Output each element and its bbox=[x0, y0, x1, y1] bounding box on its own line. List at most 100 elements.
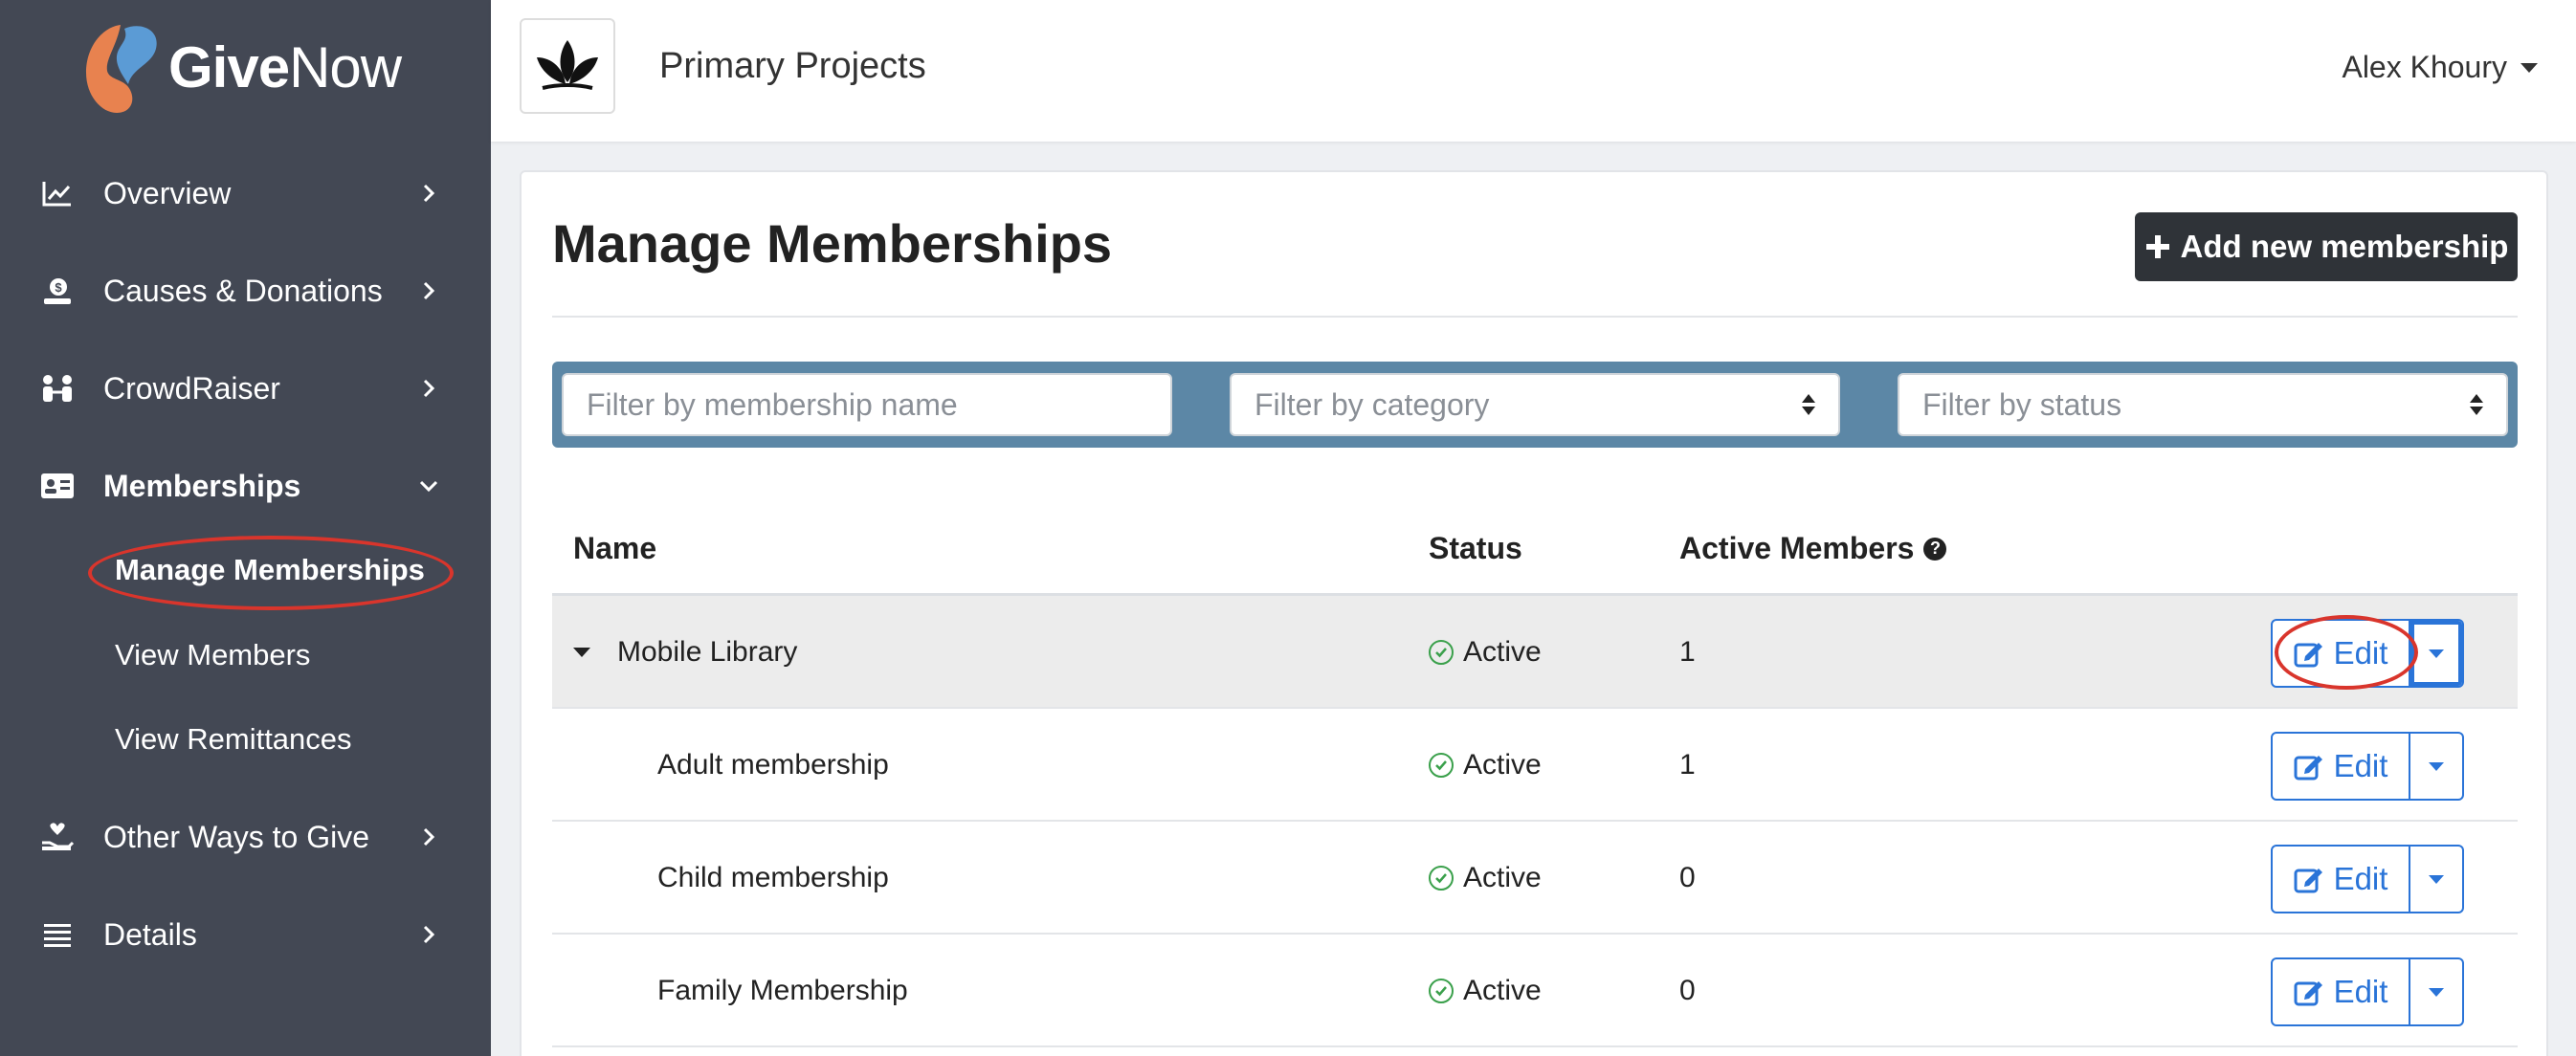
row-name: Child membership bbox=[657, 862, 889, 893]
table-row: Adult membership Active 1 Edit bbox=[552, 709, 2518, 822]
status-text: Active bbox=[1463, 636, 1542, 668]
chevron-down-icon bbox=[419, 476, 438, 495]
filter-status-select[interactable]: Filter by status bbox=[1898, 373, 2508, 436]
sidebar-item-label: Details bbox=[103, 916, 197, 952]
edit-button[interactable]: Edit bbox=[2271, 957, 2410, 1026]
sidebar-item-label: Overview bbox=[103, 175, 232, 210]
sidebar-item-memberships[interactable]: Memberships bbox=[0, 448, 491, 524]
sidebar-item-crowdraiser[interactable]: CrowdRaiser bbox=[0, 350, 491, 427]
select-arrows-icon bbox=[1802, 394, 1815, 415]
row-actions: Edit bbox=[2271, 957, 2464, 1026]
select-arrows-icon bbox=[2470, 394, 2483, 415]
active-members-cell: 0 bbox=[1679, 862, 1696, 893]
filter-category-placeholder: Filter by category bbox=[1255, 386, 1490, 422]
caret-down-icon bbox=[2429, 649, 2444, 658]
donation-icon: $ bbox=[40, 274, 75, 308]
sidebar-item-details[interactable]: Details bbox=[0, 896, 491, 973]
table-row: Mobile Library Active 1 Edit bbox=[552, 596, 2518, 709]
edit-button[interactable]: Edit bbox=[2271, 845, 2410, 913]
sidebar-subitem-view-remittances[interactable]: View Remittances bbox=[115, 722, 352, 757]
edit-label: Edit bbox=[2333, 974, 2388, 1009]
logo-mark-icon bbox=[86, 25, 157, 113]
row-actions: Edit bbox=[2271, 845, 2464, 913]
sidebar-item-causes-donations[interactable]: $ Causes & Donations bbox=[0, 253, 491, 329]
page-title: Manage Memberships bbox=[552, 213, 1113, 274]
edit-dropdown-toggle[interactable] bbox=[2410, 957, 2464, 1026]
active-members-cell: 1 bbox=[1679, 636, 1696, 668]
status-cell: Active bbox=[1429, 935, 1542, 1047]
filter-bar: Filter by category Filter by status bbox=[552, 362, 2518, 448]
main-card: Manage Memberships Add new membership Fi… bbox=[520, 170, 2548, 1056]
divider bbox=[552, 316, 2518, 318]
status-text: Active bbox=[1463, 862, 1542, 893]
table-row: Child membership Active 0 Edit bbox=[552, 822, 2518, 935]
caret-down-icon bbox=[2429, 761, 2444, 771]
givenow-logo[interactable]: GiveNow bbox=[75, 17, 402, 118]
active-members-cell: 1 bbox=[1679, 749, 1696, 781]
chart-line-icon bbox=[40, 176, 75, 210]
filter-name-field[interactable] bbox=[562, 373, 1172, 436]
row-name: Mobile Library bbox=[617, 636, 798, 668]
chevron-right-icon bbox=[419, 925, 438, 944]
name-cell: Mobile Library bbox=[573, 596, 797, 709]
table-row: Family Membership Active 0 Edit bbox=[552, 935, 2518, 1047]
column-header-label: Active Members bbox=[1679, 531, 1915, 565]
status-cell: Active bbox=[1429, 822, 1542, 935]
id-card-icon bbox=[40, 469, 75, 503]
plus-icon bbox=[2145, 235, 2169, 258]
column-header-status: Status bbox=[1429, 531, 1522, 565]
filter-status-placeholder: Filter by status bbox=[1922, 386, 2122, 422]
row-name: Family Membership bbox=[657, 975, 908, 1006]
chevron-right-icon bbox=[419, 281, 438, 300]
chevron-right-icon bbox=[419, 827, 438, 847]
help-icon[interactable]: ? bbox=[1923, 537, 1947, 561]
status-cell: Active bbox=[1429, 596, 1542, 709]
edit-button[interactable]: Edit bbox=[2271, 732, 2410, 801]
list-icon bbox=[40, 917, 75, 952]
hand-heart-icon bbox=[40, 820, 75, 854]
collapse-caret-icon[interactable] bbox=[573, 648, 590, 657]
add-button-label: Add new membership bbox=[2180, 229, 2509, 264]
filter-category-select[interactable]: Filter by category bbox=[1230, 373, 1840, 436]
row-name: Adult membership bbox=[657, 749, 889, 781]
edit-label: Edit bbox=[2333, 861, 2388, 896]
sidebar-subitem-manage-memberships[interactable]: Manage Memberships bbox=[115, 553, 425, 587]
chevron-right-icon bbox=[419, 379, 438, 398]
chevron-right-icon bbox=[419, 184, 438, 203]
filter-name-input[interactable] bbox=[587, 386, 1170, 423]
user-menu[interactable]: Alex Khoury bbox=[2342, 50, 2538, 85]
sidebar: GiveNow Overview $ Causes & Donations Cr… bbox=[0, 0, 491, 1056]
sidebar-item-label: Other Ways to Give bbox=[103, 819, 369, 854]
edit-button[interactable]: Edit bbox=[2271, 619, 2410, 688]
leaf-logo-icon bbox=[537, 40, 598, 90]
column-header-name: Name bbox=[573, 531, 657, 565]
status-text: Active bbox=[1463, 749, 1542, 781]
org-logo bbox=[520, 18, 615, 114]
status-text: Active bbox=[1463, 975, 1542, 1006]
add-membership-button[interactable]: Add new membership bbox=[2135, 212, 2518, 281]
edit-dropdown-toggle[interactable] bbox=[2410, 732, 2464, 801]
check-circle-icon bbox=[1429, 753, 1454, 778]
edit-icon bbox=[2294, 643, 2322, 668]
sidebar-item-overview[interactable]: Overview bbox=[0, 155, 491, 231]
edit-label: Edit bbox=[2333, 635, 2388, 671]
check-circle-icon bbox=[1429, 866, 1454, 891]
row-actions: Edit bbox=[2271, 732, 2464, 801]
edit-label: Edit bbox=[2333, 748, 2388, 783]
sidebar-item-label: CrowdRaiser bbox=[103, 370, 280, 406]
logo-text: GiveNow bbox=[168, 35, 402, 99]
sidebar-subitem-view-members[interactable]: View Members bbox=[115, 638, 310, 672]
status-cell: Active bbox=[1429, 709, 1542, 822]
svg-text:$: $ bbox=[55, 280, 62, 295]
top-header: Primary Projects Alex Khoury bbox=[491, 0, 2576, 142]
edit-dropdown-toggle[interactable] bbox=[2410, 619, 2464, 688]
caret-down-icon bbox=[2429, 987, 2444, 997]
check-circle-icon bbox=[1429, 979, 1454, 1003]
check-circle-icon bbox=[1429, 640, 1454, 665]
sidebar-item-other-ways-to-give[interactable]: Other Ways to Give bbox=[0, 799, 491, 875]
active-members-cell: 0 bbox=[1679, 975, 1696, 1006]
column-header-active-members: Active Members ? bbox=[1679, 531, 1947, 566]
row-actions: Edit bbox=[2271, 619, 2464, 688]
edit-icon bbox=[2294, 981, 2322, 1006]
edit-dropdown-toggle[interactable] bbox=[2410, 845, 2464, 913]
